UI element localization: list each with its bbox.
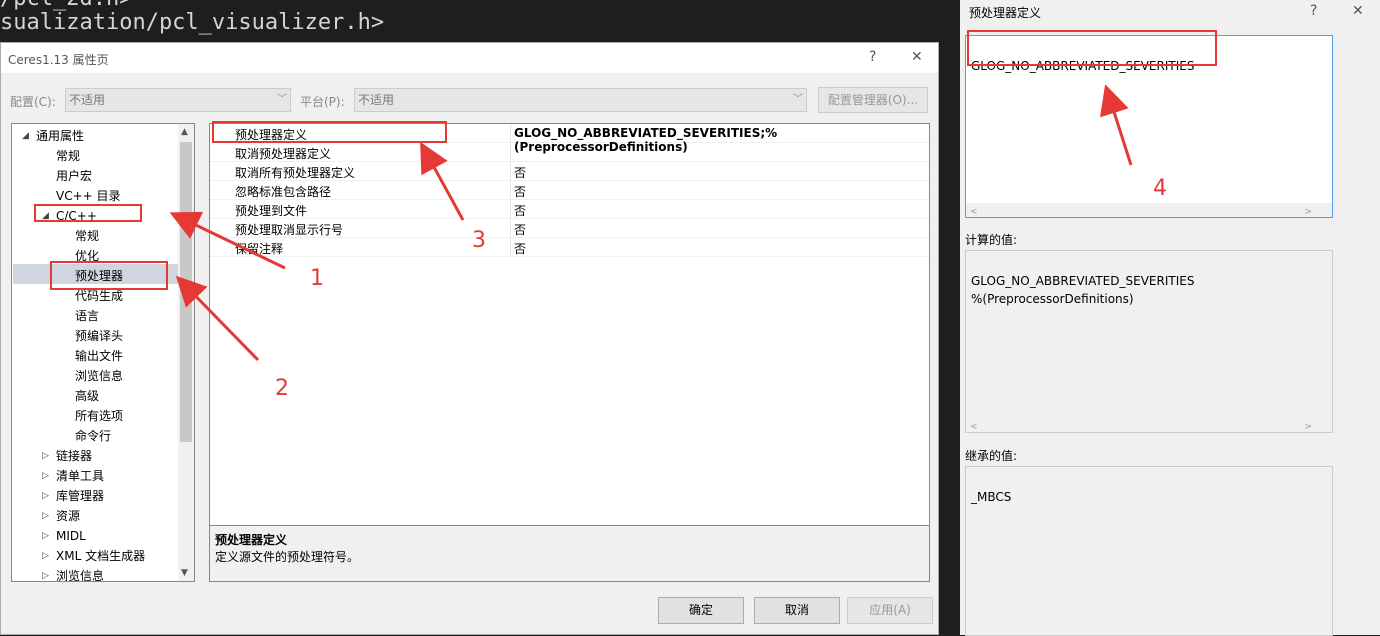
dialog-title: Ceres1.13 属性页 xyxy=(8,53,109,67)
config-manager-button[interactable]: 配置管理器(O)... xyxy=(818,87,928,113)
collapse-arrow-icon[interactable]: ▷ xyxy=(42,471,49,481)
config-select-value: 不适用 xyxy=(69,93,106,107)
collapse-arrow-icon[interactable]: ▷ xyxy=(42,531,49,541)
property-value[interactable]: 否 xyxy=(514,221,526,238)
computed-horizontal-scrollbar[interactable]: < > xyxy=(966,418,1332,432)
annotation-box-cpp xyxy=(34,204,142,222)
editor-title: 预处理器定义 xyxy=(969,6,1042,20)
collapse-arrow-icon[interactable]: ▷ xyxy=(42,551,49,561)
annotation-box-preprocessor xyxy=(50,261,168,290)
property-grid[interactable]: 预处理器定义 GLOG_NO_ABBREVIATED_SEVERITIES;%(P… xyxy=(209,123,930,563)
collapse-arrow-icon[interactable]: ▷ xyxy=(42,571,49,581)
property-tree[interactable]: ◢ 通用属性 常规 用户宏 VC++ 目录 ◢ C/C++ 常规 优化 预处理器 代码生成 语言 预编译… xyxy=(11,123,195,582)
property-pages-dialog: Ceres1.13 属性页 ? ✕ 配置(C): 不适用 ﹀ 平台(P): 不适… xyxy=(0,42,939,635)
annotation-box-edit-value xyxy=(967,30,1217,66)
property-row[interactable]: 忽略标准包含路径 否 xyxy=(210,181,929,200)
collapse-arrow-icon[interactable]: ▷ xyxy=(42,511,49,521)
tree-item[interactable]: XML 文档生成器 xyxy=(56,546,145,566)
platform-label: 平台(P): xyxy=(300,95,345,109)
tree-item[interactable]: VC++ 目录 xyxy=(56,186,121,206)
property-name: 预处理取消显示行号 xyxy=(235,223,344,237)
annotation-number-4: 4 xyxy=(1153,176,1167,201)
tree-item[interactable]: 语言 xyxy=(75,306,99,326)
tree-item[interactable]: 预编译头 xyxy=(75,326,123,346)
description-text: 定义源文件的预处理符号。 xyxy=(215,550,360,564)
cancel-button[interactable]: 取消 xyxy=(754,597,840,624)
collapse-arrow-icon[interactable]: ▷ xyxy=(42,451,49,461)
chevron-down-icon: ﹀ xyxy=(793,94,803,105)
scroll-left-icon[interactable]: < xyxy=(970,203,978,221)
property-value[interactable]: 否 xyxy=(514,183,526,200)
expand-arrow-icon[interactable]: ◢ xyxy=(22,131,29,141)
property-name: 保留注释 xyxy=(235,242,284,256)
tree-item[interactable]: 所有选项 xyxy=(75,406,123,426)
platform-select-value: 不适用 xyxy=(358,93,395,107)
code-line-include-2: sualization/pcl_visualizer.h> xyxy=(0,10,385,35)
tree-item[interactable]: MIDL xyxy=(56,526,86,546)
property-row[interactable]: 预处理到文件 否 xyxy=(210,200,929,219)
preprocessor-definitions-editor: 预处理器定义 ? ✕ GLOG_NO_ABBREVIATED_SEVERITIE… xyxy=(960,0,1380,636)
tree-item[interactable]: 常规 xyxy=(75,226,99,246)
property-row[interactable]: 取消预处理器定义 xyxy=(210,143,929,162)
computed-value-text: GLOG_NO_ABBREVIATED_SEVERITIES %(Preproc… xyxy=(971,274,1195,306)
tree-item[interactable]: 常规 xyxy=(56,146,80,166)
property-value[interactable]: 否 xyxy=(514,240,526,257)
close-button[interactable]: ✕ xyxy=(911,49,923,65)
tree-item[interactable]: 链接器 xyxy=(56,446,92,466)
tree-item[interactable]: 资源 xyxy=(56,506,80,526)
scroll-right-icon[interactable]: > xyxy=(1304,418,1312,436)
property-name: 取消预处理器定义 xyxy=(235,147,332,161)
property-row[interactable]: 保留注释 否 xyxy=(210,238,929,257)
dialog-title-bar: Ceres1.13 属性页 ? ✕ xyxy=(1,43,938,73)
property-value[interactable]: 否 xyxy=(514,202,526,219)
tree-scrollbar[interactable]: ▲ ▼ xyxy=(178,124,194,581)
ok-button[interactable]: 确定 xyxy=(658,597,744,624)
inherited-value-field: _MBCS xyxy=(965,466,1333,636)
tree-item[interactable]: 命令行 xyxy=(75,426,111,446)
tree-item[interactable]: 用户宏 xyxy=(56,166,92,186)
computed-value-label: 计算的值: xyxy=(965,233,1018,247)
property-name: 预处理到文件 xyxy=(235,204,308,218)
scroll-up-icon[interactable]: ▲ xyxy=(181,127,188,137)
tree-item[interactable]: 输出文件 xyxy=(75,346,123,366)
config-select[interactable]: 不适用 ﹀ xyxy=(65,88,291,112)
annotation-number-3: 3 xyxy=(472,228,486,253)
tree-item[interactable]: 高级 xyxy=(75,386,99,406)
platform-select[interactable]: 不适用 ﹀ xyxy=(354,88,807,112)
annotation-box-definition-row xyxy=(212,121,447,143)
property-row[interactable]: 取消所有预处理器定义 否 xyxy=(210,162,929,181)
tree-item[interactable]: 浏览信息 xyxy=(75,366,123,386)
close-button[interactable]: ✕ xyxy=(1352,3,1364,19)
scroll-right-icon[interactable]: > xyxy=(1304,203,1312,221)
annotation-number-2: 2 xyxy=(275,376,289,401)
computed-value-field: GLOG_NO_ABBREVIATED_SEVERITIES %(Preproc… xyxy=(965,250,1333,433)
description-title: 预处理器定义 xyxy=(215,533,288,547)
property-name: 取消所有预处理器定义 xyxy=(235,166,356,180)
scroll-down-icon[interactable]: ▼ xyxy=(181,568,188,578)
apply-button[interactable]: 应用(A) xyxy=(847,597,933,624)
edit-horizontal-scrollbar[interactable]: < > xyxy=(966,203,1332,217)
property-value[interactable]: 否 xyxy=(514,164,526,181)
help-button[interactable]: ? xyxy=(869,49,876,65)
chevron-down-icon: ﹀ xyxy=(277,94,287,105)
property-row[interactable]: 预处理取消显示行号 否 xyxy=(210,219,929,238)
tree-scroll-thumb[interactable] xyxy=(180,142,192,442)
tree-item[interactable]: 清单工具 xyxy=(56,466,104,486)
tree-item[interactable]: 通用属性 xyxy=(36,126,84,146)
inherited-value-label: 继承的值: xyxy=(965,449,1018,463)
help-button[interactable]: ? xyxy=(1310,3,1317,19)
config-label: 配置(C): xyxy=(10,95,56,109)
annotation-number-1: 1 xyxy=(310,266,324,291)
property-name: 忽略标准包含路径 xyxy=(235,185,332,199)
tree-item[interactable]: 浏览信息 xyxy=(56,566,104,581)
tree-item[interactable]: 库管理器 xyxy=(56,486,104,506)
scroll-left-icon[interactable]: < xyxy=(970,418,978,436)
collapse-arrow-icon[interactable]: ▷ xyxy=(42,491,49,501)
inherited-value-text: _MBCS xyxy=(971,490,1012,504)
description-panel: 预处理器定义 定义源文件的预处理符号。 xyxy=(209,525,930,582)
